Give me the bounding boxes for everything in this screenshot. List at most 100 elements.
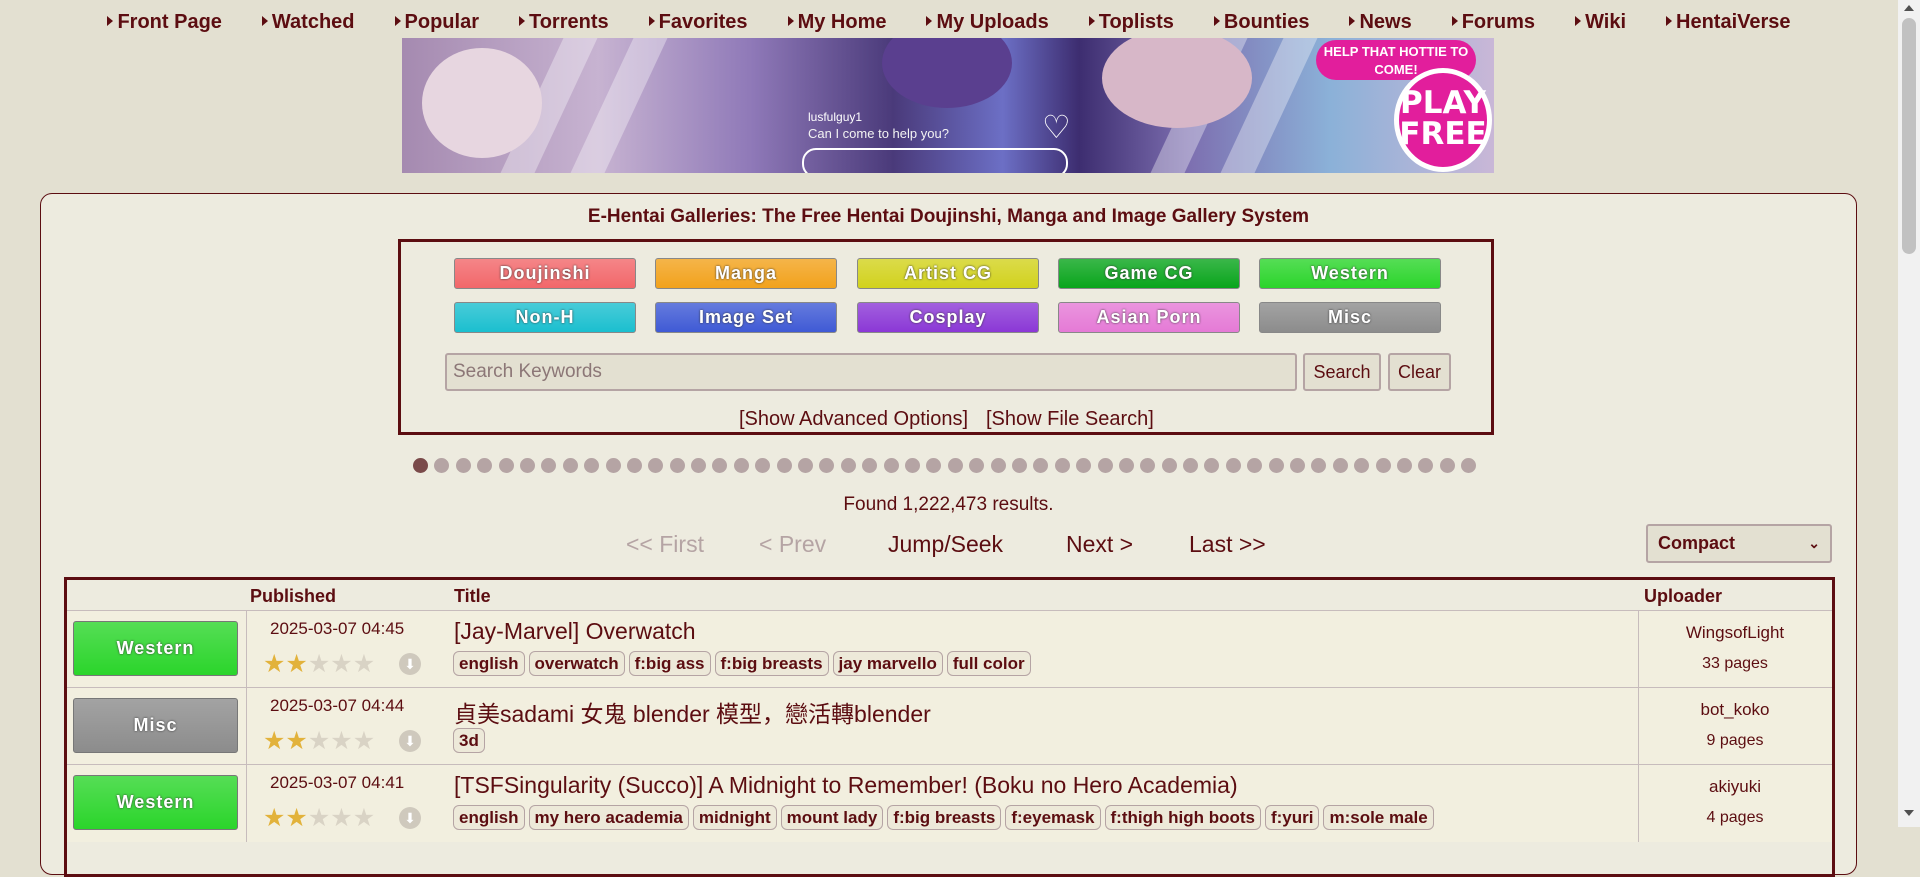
first-page-link[interactable]: << First <box>626 531 704 558</box>
page-dot[interactable] <box>605 458 621 473</box>
page-dot[interactable] <box>691 458 707 473</box>
category-badge[interactable]: Misc <box>73 698 238 753</box>
scroll-up-icon[interactable] <box>1904 5 1914 11</box>
page-dot[interactable] <box>648 458 664 473</box>
nav-front-page[interactable]: Front Page <box>107 0 222 45</box>
category-non-h[interactable]: Non-H <box>454 302 636 333</box>
page-dot[interactable] <box>541 458 557 473</box>
nav-hentaiverse[interactable]: HentaiVerse <box>1666 0 1791 45</box>
page-dot[interactable] <box>1247 458 1263 473</box>
uploader-link[interactable]: WingsofLight <box>1638 623 1832 643</box>
uploader-link[interactable]: bot_koko <box>1638 700 1832 720</box>
display-mode-select[interactable]: Compact ⌄ <box>1646 524 1832 563</box>
scrollbar-thumb[interactable] <box>1902 18 1916 254</box>
page-dot[interactable] <box>1418 458 1434 473</box>
page-dot[interactable] <box>1076 458 1092 473</box>
category-artist-cg[interactable]: Artist CG <box>857 258 1039 289</box>
tag[interactable]: f:big breasts <box>887 805 1002 830</box>
prev-page-link[interactable]: < Prev <box>759 531 826 558</box>
tag[interactable]: midnight <box>692 805 777 830</box>
page-dot[interactable] <box>733 458 749 473</box>
page-dot[interactable] <box>819 458 835 473</box>
tag[interactable]: f:yuri <box>1264 805 1320 830</box>
page-dot[interactable] <box>1161 458 1177 473</box>
show-file-search-link[interactable]: [Show File Search] <box>986 408 1154 431</box>
tag[interactable]: overwatch <box>528 651 625 676</box>
clear-button[interactable]: Clear <box>1388 353 1451 391</box>
tag[interactable]: mount lady <box>780 805 884 830</box>
page-dot[interactable] <box>562 458 578 473</box>
tag[interactable]: f:thigh high boots <box>1104 805 1261 830</box>
show-advanced-options-link[interactable]: [Show Advanced Options] <box>739 408 968 431</box>
page-dot[interactable] <box>1204 458 1220 473</box>
page-dot[interactable] <box>990 458 1006 473</box>
category-misc[interactable]: Misc <box>1259 302 1441 333</box>
tag[interactable]: jay marvello <box>832 651 943 676</box>
tag[interactable]: f:big ass <box>628 651 711 676</box>
page-dot[interactable] <box>584 458 600 473</box>
scroll-down-icon[interactable] <box>1904 810 1914 816</box>
tag[interactable]: 3d <box>453 728 485 753</box>
category-manga[interactable]: Manga <box>655 258 837 289</box>
page-dot[interactable] <box>1225 458 1241 473</box>
page-dot[interactable] <box>413 458 428 473</box>
tag[interactable]: english <box>453 805 525 830</box>
page-dot[interactable] <box>519 458 535 473</box>
page-dot[interactable] <box>1461 458 1477 473</box>
category-badge[interactable]: Western <box>73 621 238 676</box>
page-dot[interactable] <box>477 458 493 473</box>
page-dot[interactable] <box>712 458 728 473</box>
page-dot[interactable] <box>1183 458 1199 473</box>
tag[interactable]: f:big breasts <box>714 651 829 676</box>
page-dot[interactable] <box>755 458 771 473</box>
page-dot[interactable] <box>1118 458 1134 473</box>
page-dot[interactable] <box>455 458 471 473</box>
category-image-set[interactable]: Image Set <box>655 302 837 333</box>
tag[interactable]: english <box>453 651 525 676</box>
tag[interactable]: my hero academia <box>528 805 689 830</box>
page-dot[interactable] <box>1097 458 1113 473</box>
page-dot[interactable] <box>1311 458 1327 473</box>
play-free-button[interactable]: PLAY FREE <box>1394 68 1492 172</box>
page-dot[interactable] <box>1332 458 1348 473</box>
page-dot[interactable] <box>926 458 942 473</box>
page-dot[interactable] <box>1140 458 1156 473</box>
nav-watched[interactable]: Watched <box>261 0 355 45</box>
category-badge[interactable]: Western <box>73 775 238 830</box>
page-dot[interactable] <box>1268 458 1284 473</box>
page-dot[interactable] <box>1396 458 1412 473</box>
last-page-link[interactable]: Last >> <box>1189 531 1266 558</box>
category-cosplay[interactable]: Cosplay <box>857 302 1039 333</box>
download-icon[interactable]: ⬇ <box>399 807 421 829</box>
page-dot[interactable] <box>904 458 920 473</box>
page-dot[interactable] <box>626 458 642 473</box>
download-icon[interactable]: ⬇ <box>399 730 421 752</box>
page-dot[interactable] <box>840 458 856 473</box>
tag[interactable]: m:sole male <box>1323 805 1434 830</box>
next-page-link[interactable]: Next > <box>1066 531 1133 558</box>
banner-ad[interactable]: lusfulguy1 Can I come to help you? ♡ HEL… <box>402 38 1494 173</box>
page-dot[interactable] <box>669 458 685 473</box>
category-western[interactable]: Western <box>1259 258 1441 289</box>
page-dot[interactable] <box>1354 458 1370 473</box>
page-dot[interactable] <box>498 458 514 473</box>
gallery-title-link[interactable]: 貞美sadami 女鬼 blender 模型，戀活轉blender <box>454 695 931 729</box>
page-dot[interactable] <box>1054 458 1070 473</box>
download-icon[interactable]: ⬇ <box>399 653 421 675</box>
page-dot[interactable] <box>1439 458 1455 473</box>
page-dot[interactable] <box>798 458 814 473</box>
search-button[interactable]: Search <box>1303 353 1381 391</box>
gallery-title-link[interactable]: [TSFSingularity (Succo)] A Midnight to R… <box>454 772 1238 799</box>
gallery-title-link[interactable]: [Jay-Marvel] Overwatch <box>454 618 696 645</box>
category-doujinshi[interactable]: Doujinshi <box>454 258 636 289</box>
page-dot[interactable] <box>1011 458 1027 473</box>
page-dot[interactable] <box>883 458 899 473</box>
uploader-link[interactable]: akiyuki <box>1638 777 1832 797</box>
category-asian-porn[interactable]: Asian Porn <box>1058 302 1240 333</box>
jump-seek-link[interactable]: Jump/Seek <box>888 531 1003 558</box>
page-dot[interactable] <box>1290 458 1306 473</box>
tag[interactable]: full color <box>946 651 1031 676</box>
tag[interactable]: f:eyemask <box>1005 805 1101 830</box>
category-game-cg[interactable]: Game CG <box>1058 258 1240 289</box>
page-dot[interactable] <box>434 458 450 473</box>
